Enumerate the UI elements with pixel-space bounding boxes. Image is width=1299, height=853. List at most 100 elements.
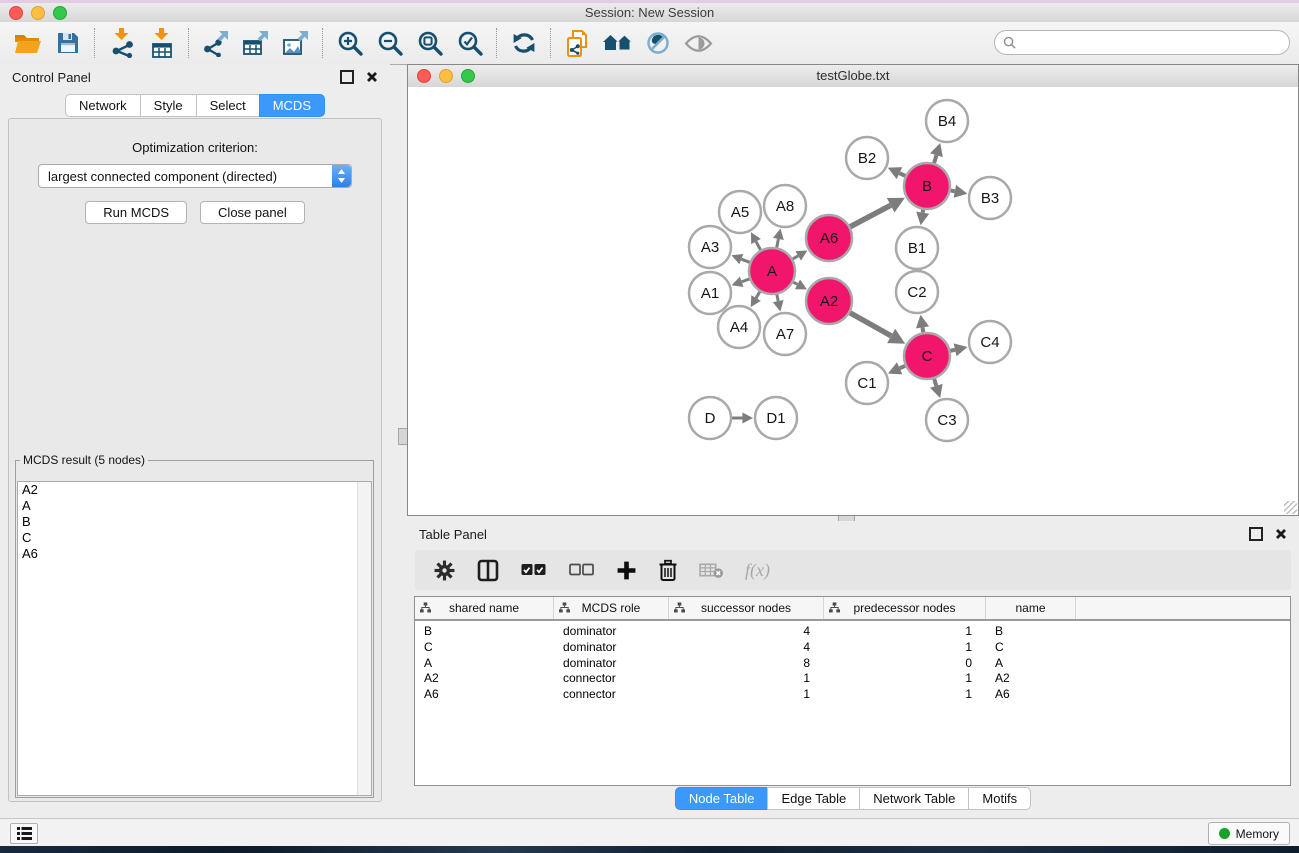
close-table-panel-icon[interactable]: [1275, 528, 1287, 540]
network-canvas[interactable]: B4B2BB3A8A5A6A3B1AC2A1A2A4A7C4CC1DD1C3: [408, 87, 1298, 515]
zoom-out-button[interactable]: [370, 25, 410, 61]
delete-table-button[interactable]: [699, 562, 724, 579]
table-cell[interactable]: dominator: [554, 624, 669, 640]
app-title-bar[interactable]: Session: New Session: [0, 3, 1299, 23]
export-network-button[interactable]: [196, 25, 236, 61]
result-item[interactable]: A2: [18, 482, 371, 498]
window-resize-grip[interactable]: [1284, 501, 1297, 514]
memory-button[interactable]: Memory: [1208, 822, 1290, 845]
table-cell[interactable]: 4: [669, 624, 824, 640]
graph-node-label: C3: [937, 412, 956, 429]
save-session-button[interactable]: [48, 25, 88, 61]
control-panel: Control Panel NetworkStyleSelectMCDS Opt…: [0, 64, 390, 818]
delete-column-button[interactable]: [658, 559, 678, 582]
zoom-selected-button[interactable]: [450, 25, 490, 61]
mcds-result-list[interactable]: A2ABCA6: [17, 481, 372, 796]
table-settings-button[interactable]: [433, 559, 456, 582]
table-row[interactable]: A2connector11A2: [415, 671, 1290, 687]
table-cell[interactable]: 1: [824, 687, 986, 703]
search-input[interactable]: [1021, 34, 1289, 51]
tab-network[interactable]: Network: [65, 94, 141, 117]
zoom-in-button[interactable]: [330, 25, 370, 61]
table-cell[interactable]: C: [415, 640, 554, 656]
deselect-all-button[interactable]: [568, 563, 595, 577]
export-table-button[interactable]: [236, 25, 276, 61]
column-header-name[interactable]: name: [986, 597, 1076, 619]
table-cell[interactable]: 0: [824, 656, 986, 672]
tab-node-table[interactable]: Node Table: [675, 787, 769, 810]
open-session-button[interactable]: [8, 25, 48, 61]
task-history-button[interactable]: [10, 823, 38, 844]
table-cell[interactable]: A: [986, 656, 1076, 672]
table-cell[interactable]: dominator: [554, 656, 669, 672]
table-cell[interactable]: B: [986, 624, 1076, 640]
show-hide-graphics-button[interactable]: [678, 25, 718, 61]
column-header-predecessor-nodes[interactable]: predecessor nodes: [824, 597, 986, 619]
result-scrollbar-track[interactable]: [357, 482, 371, 795]
zoom-fit-button[interactable]: [410, 25, 450, 61]
import-network-button[interactable]: [102, 25, 142, 61]
first-neighbors-button[interactable]: [598, 25, 638, 61]
graph-node-label: A1: [701, 285, 719, 302]
result-item[interactable]: A6: [18, 546, 371, 562]
column-header-MCDS-role[interactable]: MCDS role: [554, 597, 669, 619]
table-row[interactable]: Adominator80A: [415, 656, 1290, 672]
export-image-button[interactable]: [276, 25, 316, 61]
tab-select[interactable]: Select: [196, 94, 260, 117]
table-cell[interactable]: A2: [415, 671, 554, 687]
table-cell[interactable]: 1: [669, 671, 824, 687]
table-cell[interactable]: connector: [554, 671, 669, 687]
search-field[interactable]: [994, 30, 1290, 55]
import-table-button[interactable]: [142, 25, 182, 61]
close-panel-button[interactable]: Close panel: [200, 201, 305, 224]
add-column-button[interactable]: [616, 560, 637, 581]
table-cell[interactable]: dominator: [554, 640, 669, 656]
refresh-view-button[interactable]: [504, 25, 544, 61]
column-header-successor-nodes[interactable]: successor nodes: [669, 597, 824, 619]
table-cell[interactable]: 1: [669, 687, 824, 703]
column-header-shared-name[interactable]: shared name: [415, 597, 554, 619]
tab-mcds[interactable]: MCDS: [259, 94, 325, 117]
table-cell[interactable]: 4: [669, 640, 824, 656]
tab-edge-table[interactable]: Edge Table: [767, 787, 860, 810]
graph-edge-A6-B: [849, 205, 890, 227]
table-cell[interactable]: B: [415, 624, 554, 640]
table-cell[interactable]: C: [986, 640, 1076, 656]
result-item[interactable]: C: [18, 530, 371, 546]
node-table[interactable]: shared nameMCDS rolesuccessor nodesprede…: [414, 596, 1291, 786]
show-columns-button[interactable]: [477, 559, 499, 582]
network-window-title-bar[interactable]: testGlobe.txt: [408, 65, 1298, 88]
graph-node-label: B4: [938, 113, 956, 130]
table-cell[interactable]: A: [415, 656, 554, 672]
tab-network-table[interactable]: Network Table: [859, 787, 969, 810]
graph-node-label: D1: [766, 410, 785, 427]
table-row[interactable]: Cdominator41C: [415, 640, 1290, 656]
float-table-panel-icon[interactable]: [1249, 527, 1263, 541]
table-cell[interactable]: 8: [669, 656, 824, 672]
edge-arrowhead: [773, 300, 784, 311]
tab-motifs[interactable]: Motifs: [968, 787, 1031, 810]
optimization-criterion-select[interactable]: largest connected component (directed): [38, 164, 352, 188]
result-item[interactable]: A: [18, 498, 371, 514]
select-all-icon: [520, 563, 547, 577]
table-cell[interactable]: A6: [986, 687, 1076, 703]
select-all-button[interactable]: [520, 563, 547, 577]
result-item[interactable]: B: [18, 514, 371, 530]
tab-style[interactable]: Style: [140, 94, 197, 117]
close-panel-icon[interactable]: [366, 71, 378, 83]
table-cell[interactable]: A2: [986, 671, 1076, 687]
copy-style-button[interactable]: [558, 25, 598, 61]
table-cell[interactable]: 1: [824, 671, 986, 687]
run-mcds-button[interactable]: Run MCDS: [85, 201, 187, 224]
table-row[interactable]: Bdominator41B: [415, 624, 1290, 640]
table-cell[interactable]: 1: [824, 624, 986, 640]
float-panel-icon[interactable]: [340, 70, 354, 84]
graph-edge-B-B4: [934, 155, 937, 164]
table-row[interactable]: A6connector11A6: [415, 687, 1290, 703]
toolbar-separator: [550, 28, 552, 58]
show-hide-style-button[interactable]: [638, 25, 678, 61]
table-cell[interactable]: connector: [554, 687, 669, 703]
table-cell[interactable]: A6: [415, 687, 554, 703]
table-cell[interactable]: 1: [824, 640, 986, 656]
function-builder-button[interactable]: f(x): [745, 560, 770, 581]
